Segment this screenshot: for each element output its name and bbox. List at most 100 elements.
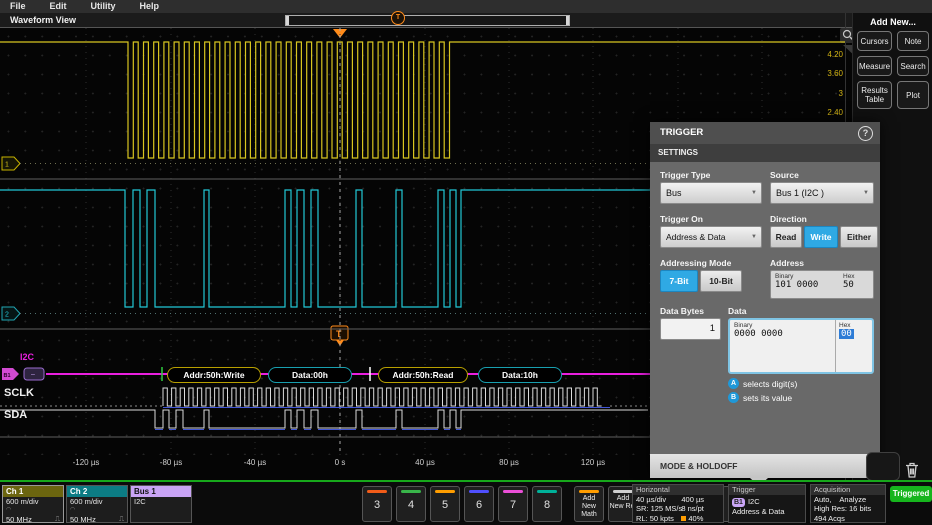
hint-b-text: sets its value: [743, 393, 792, 403]
vertical-scale-label: 3.60: [815, 69, 843, 78]
address-binary-label: Binary: [775, 273, 835, 280]
channel-badge-row: 50 MHz⎍: [3, 515, 63, 524]
vertical-scale-label: 3: [815, 89, 843, 98]
trigger-readout[interactable]: Trigger B1I2C Address & Data: [728, 484, 806, 523]
channel-button-label: 3: [363, 499, 391, 511]
channel-button-7[interactable]: 7: [498, 486, 528, 522]
trigger-panel-title: TRIGGER: [660, 127, 703, 138]
add-new-cursors[interactable]: Cursors: [857, 31, 892, 51]
horizontal-row: RL: 50 kpts40%: [633, 514, 723, 523]
trigger-panel: TRIGGER ? SETTINGS Trigger Type Bus ▼ So…: [650, 122, 880, 478]
horizontal-cell: SR: 125 MS/s: [636, 504, 681, 513]
horizontal-title: Horizontal: [633, 485, 723, 495]
direction-either[interactable]: Either: [840, 226, 878, 248]
source-dropdown[interactable]: Bus 1 (I2C ) ▼: [770, 182, 874, 204]
vertical-scale-label: 2.40: [815, 108, 843, 117]
channel-badge-header: Bus 1: [131, 486, 191, 497]
horizontal-readout[interactable]: Horizontal 40 µs/div400 µsSR: 125 MS/s8 …: [632, 484, 724, 523]
data-hex-label: Hex: [839, 322, 869, 329]
add-new-plot[interactable]: Plot: [897, 81, 929, 109]
time-axis-label: -40 µs: [231, 458, 279, 467]
channel-color-stripe: [469, 490, 489, 493]
time-axis-label: -120 µs: [62, 458, 110, 467]
channel-color-stripe: [435, 490, 455, 493]
sda-label: SDA: [4, 409, 27, 421]
horizontal-cell: 400 µs: [681, 495, 720, 504]
addressing-mode-options: 7-Bit10-Bit: [660, 270, 742, 292]
source-label: Source: [770, 170, 799, 180]
time-axis-label: 0 s: [316, 458, 364, 467]
add-new-title: Add New...: [853, 17, 932, 27]
settings-section-header: SETTINGS: [650, 144, 880, 162]
address-binary-value[interactable]: 101 0000: [775, 280, 835, 290]
chevron-down-icon: ▼: [751, 227, 757, 247]
data-bytes-label: Data Bytes: [660, 306, 704, 316]
channel-button-8[interactable]: 8: [532, 486, 562, 522]
horizontal-row: 40 µs/div400 µs: [633, 495, 723, 504]
horizontal-cell: 40%: [681, 514, 720, 523]
channel-badge-ch2[interactable]: Ch 2600 m/div◠50 MHz⎍: [66, 485, 128, 523]
trash-icon[interactable]: [900, 457, 924, 481]
data-hex-value[interactable]: 00: [839, 329, 854, 339]
sclk-waveform: [163, 388, 602, 406]
direction-read[interactable]: Read: [770, 226, 802, 248]
direction-write[interactable]: Write: [804, 226, 838, 248]
data-field[interactable]: Binary 0000 0000 Hex 00: [728, 318, 874, 374]
trigger-on-value: Address & Data: [666, 232, 726, 242]
acquisition-readout[interactable]: Acquisition Auto, AnalyzeHigh Res: 16 bi…: [810, 484, 886, 523]
channel-badge-row: 600 m/div: [3, 497, 63, 506]
hint-a: A selects digit(s): [728, 378, 797, 389]
channel-badge-ch1[interactable]: Ch 1600 m/div◠50 MHz⎍: [2, 485, 64, 523]
channel-color-stripe: [537, 490, 557, 493]
drag-to-delete-zone[interactable]: [866, 452, 900, 481]
add-new-results-table[interactable]: Results Table: [857, 81, 892, 109]
settings-label: SETTINGS: [658, 148, 698, 157]
probe-icon: ◠: [3, 506, 63, 515]
channel-badge-row: 600 m/div: [67, 497, 127, 506]
address-hex-label: Hex: [843, 273, 869, 280]
acquisition-title: Acquisition: [811, 485, 885, 495]
add-new-search[interactable]: Search: [897, 56, 929, 76]
trigger-on-label: Trigger On: [660, 214, 703, 224]
knob-a-icon: A: [728, 378, 739, 389]
add-button-stripe: [613, 490, 633, 493]
bus-name-label: I2C: [20, 352, 34, 362]
channel-button-5[interactable]: 5: [430, 486, 460, 522]
add-button-label: Add New Math: [575, 495, 603, 520]
help-icon[interactable]: ?: [858, 126, 873, 141]
horizontal-row: SR: 125 MS/s8 ns/pt: [633, 504, 723, 513]
bus-decode-box: Addr:50h:Read: [378, 367, 468, 383]
horizontal-cell: 8 ns/pt: [681, 504, 720, 513]
horizontal-cell: RL: 50 kpts: [636, 514, 681, 523]
trigger-panel-header[interactable]: TRIGGER ?: [650, 122, 880, 144]
data-binary-label: Binary: [734, 322, 831, 329]
mode-holdoff-label: MODE & HOLDOFF: [660, 461, 737, 471]
channel-button-label: 8: [533, 499, 561, 511]
add-button-stripe: [579, 490, 599, 493]
bus-decode-box: Data:10h: [478, 367, 562, 383]
direction-label: Direction: [770, 214, 807, 224]
channel-button-4[interactable]: 4: [396, 486, 426, 522]
bus-decode-box: Addr:50h:Write: [167, 367, 261, 383]
addressing-7-bit[interactable]: 7-Bit: [660, 270, 698, 292]
addressing-10-bit[interactable]: 10-Bit: [700, 270, 742, 292]
digital-filter-icon: ⎍: [119, 515, 124, 524]
ch1-marker-label: 1: [5, 162, 9, 169]
channel-button-6[interactable]: 6: [464, 486, 494, 522]
add-new-math-button[interactable]: Add New Math: [574, 486, 604, 522]
channel-button-3[interactable]: 3: [362, 486, 392, 522]
source-value: Bus 1 (I2C ): [776, 188, 824, 198]
trigger-type-dropdown[interactable]: Bus ▼: [660, 182, 762, 204]
add-new-buttons: CursorsNoteMeasureSearchResults TablePlo…: [857, 31, 929, 109]
address-field[interactable]: Binary 101 0000 Hex 50: [770, 270, 874, 299]
add-new-note[interactable]: Note: [897, 31, 929, 51]
address-label: Address: [770, 258, 804, 268]
data-bytes-field[interactable]: 1: [660, 318, 721, 340]
address-hex-value[interactable]: 50: [843, 280, 869, 290]
trigger-on-dropdown[interactable]: Address & Data ▼: [660, 226, 762, 248]
channel-badge-bus1[interactable]: Bus 1I2C: [130, 485, 192, 523]
sda-waveform: [0, 410, 648, 428]
data-binary-value[interactable]: 0000 0000: [734, 329, 831, 339]
add-new-measure[interactable]: Measure: [857, 56, 892, 76]
mode-holdoff-section[interactable]: MODE & HOLDOFF ›: [650, 454, 880, 478]
